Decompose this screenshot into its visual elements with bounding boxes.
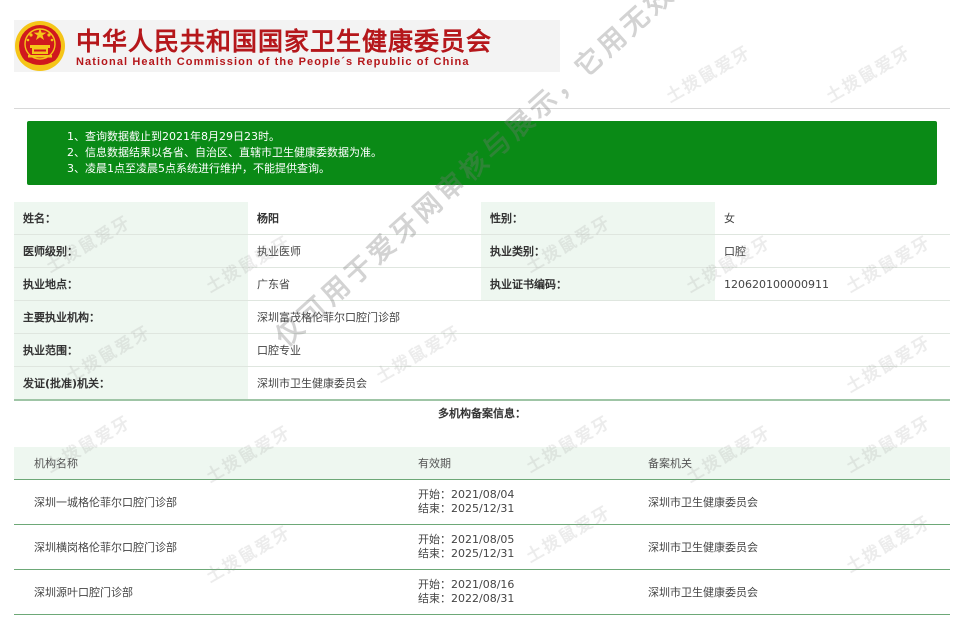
column-header-org: 机构名称 xyxy=(14,447,398,480)
location-value: 广东省 xyxy=(248,267,481,301)
row-end: 结束：2022/08/31 xyxy=(418,592,515,605)
row-org: 深圳一城格伦菲尔口腔门诊部 xyxy=(14,479,398,525)
table-row: 深圳横岗格伦菲尔口腔门诊部 开始：2021/08/05 结束：2025/12/3… xyxy=(14,524,950,570)
info-row-issuer: 发证(批准)机关： 深圳市卫生健康委员会 xyxy=(14,366,950,401)
table-row: 深圳一城格伦菲尔口腔门诊部 开始：2021/08/04 结束：2025/12/3… xyxy=(14,479,950,525)
cert-value: 120620100000911 xyxy=(715,267,950,301)
multi-institution-table: 机构名称 有效期 备案机关 深圳一城格伦菲尔口腔门诊部 开始：2021/08/0… xyxy=(14,447,950,615)
row-authority: 深圳市卫生健康委员会 xyxy=(628,479,950,525)
notice-line: 2、信息数据结果以各省、自治区、直辖市卫生健康委数据为准。 xyxy=(67,146,382,159)
table-row: 深圳源叶口腔门诊部 开始：2021/08/16 结束：2022/08/31 深圳… xyxy=(14,569,950,615)
issuer-label: 发证(批准)机关： xyxy=(14,366,248,401)
watermark-text: 土拨鼠爱牙 xyxy=(822,42,915,108)
doctor-info-table: 姓名： 杨阳 性别： 女 医师级别： 执业医师 执业类别： 口腔 执业地点： 广… xyxy=(14,202,950,401)
site-header: 中华人民共和国国家卫生健康委员会 National Health Commiss… xyxy=(14,20,560,72)
header-divider xyxy=(14,108,950,109)
name-label: 姓名： xyxy=(14,202,248,235)
cert-label: 执业证书编码： xyxy=(481,267,715,301)
scope-value: 口腔专业 xyxy=(248,333,950,367)
info-row-location: 执业地点： 广东省 执业证书编码： 120620100000911 xyxy=(14,267,950,301)
multi-table-header: 机构名称 有效期 备案机关 xyxy=(14,447,950,480)
scope-label: 执业范围： xyxy=(14,333,248,367)
level-value: 执业医师 xyxy=(248,234,481,268)
row-period: 开始：2021/08/04 结束：2025/12/31 xyxy=(398,479,628,525)
row-org: 深圳源叶口腔门诊部 xyxy=(14,569,398,615)
row-period: 开始：2021/08/05 结束：2025/12/31 xyxy=(398,524,628,570)
notice-line: 1、查询数据截止到2021年8月29日23时。 xyxy=(67,130,280,143)
issuer-value: 深圳市卫生健康委员会 xyxy=(248,366,950,401)
row-org: 深圳横岗格伦菲尔口腔门诊部 xyxy=(14,524,398,570)
row-start: 开始：2021/08/05 xyxy=(418,533,515,546)
row-end: 结束：2025/12/31 xyxy=(418,502,515,515)
info-row-org: 主要执业机构： 深圳富茂格伦菲尔口腔门诊部 xyxy=(14,300,950,334)
category-label: 执业类别： xyxy=(481,234,715,268)
info-row-scope: 执业范围： 口腔专业 xyxy=(14,333,950,367)
site-title-en: National Health Commission of the People… xyxy=(76,56,470,68)
category-value: 口腔 xyxy=(715,234,950,268)
query-notice: 1、查询数据截止到2021年8月29日23时。 2、信息数据结果以各省、自治区、… xyxy=(27,121,937,185)
national-emblem-icon xyxy=(15,21,65,71)
location-label: 执业地点： xyxy=(14,267,248,301)
row-end: 结束：2025/12/31 xyxy=(418,547,515,560)
row-authority: 深圳市卫生健康委员会 xyxy=(628,524,950,570)
level-label: 医师级别： xyxy=(14,234,248,268)
name-value: 杨阳 xyxy=(248,202,481,235)
info-row-name: 姓名： 杨阳 性别： 女 xyxy=(14,202,950,235)
row-start: 开始：2021/08/04 xyxy=(418,488,515,501)
info-row-level: 医师级别： 执业医师 执业类别： 口腔 xyxy=(14,234,950,268)
gender-value: 女 xyxy=(715,202,950,235)
column-header-authority: 备案机关 xyxy=(628,447,950,480)
notice-line: 3、凌晨1点至凌晨5点系统进行维护，不能提供查询。 xyxy=(67,162,330,175)
column-header-period: 有效期 xyxy=(398,447,628,480)
row-start: 开始：2021/08/16 xyxy=(418,578,515,591)
site-title-cn: 中华人民共和国国家卫生健康委员会 xyxy=(76,27,493,56)
watermark-text: 土拨鼠爱牙 xyxy=(662,42,755,108)
row-period: 开始：2021/08/16 结束：2022/08/31 xyxy=(398,569,628,615)
row-authority: 深圳市卫生健康委员会 xyxy=(628,569,950,615)
org-value: 深圳富茂格伦菲尔口腔门诊部 xyxy=(248,300,950,334)
gender-label: 性别： xyxy=(481,202,715,235)
multi-institution-title: 多机构备案信息： xyxy=(438,407,526,420)
org-label: 主要执业机构： xyxy=(14,300,248,334)
